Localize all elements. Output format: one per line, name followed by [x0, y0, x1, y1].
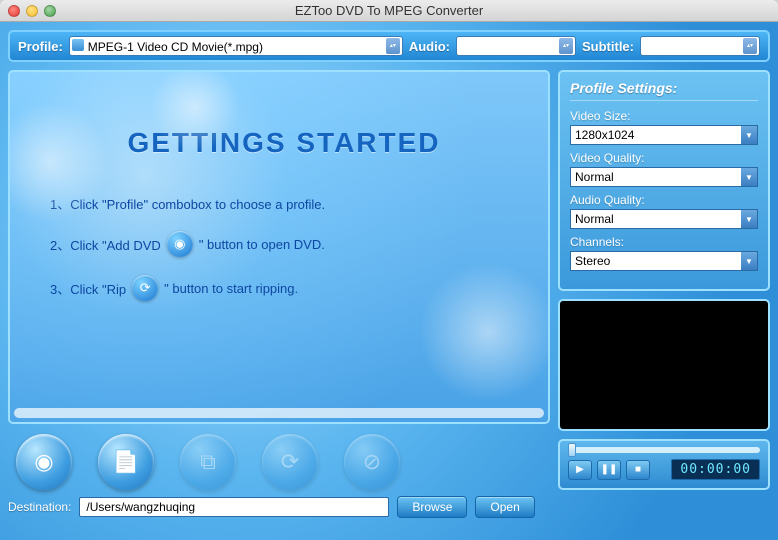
titlebar: EZToo DVD To MPEG Converter [0, 0, 778, 22]
disc-plus-icon: ◉ [34, 449, 53, 475]
cancel-icon: ⊘ [363, 449, 381, 475]
chevron-down-icon: ▼ [741, 210, 757, 228]
audio-combobox[interactable]: ▴▾ [456, 36, 576, 56]
rip-icon: ⟳ [132, 275, 158, 301]
chevron-updown-icon: ▴▾ [743, 38, 757, 54]
audio-quality-select[interactable]: Normal ▼ [570, 209, 758, 229]
profile-combobox[interactable]: MPEG-1 Video CD Movie(*.mpg) ▴▾ [69, 36, 403, 56]
video-preview [558, 299, 770, 431]
destination-input[interactable] [79, 497, 389, 517]
step-1: 1、Click "Profile" combobox to choose a p… [50, 194, 518, 213]
video-size-select[interactable]: 1280x1024 ▼ [570, 125, 758, 145]
disc-plus-icon: ◉ [167, 231, 193, 257]
browse-button[interactable]: Browse [397, 496, 467, 518]
bottom-bar: Destination: Browse Open [8, 496, 770, 518]
top-toolbar: Profile: MPEG-1 Video CD Movie(*.mpg) ▴▾… [8, 30, 770, 62]
minimize-icon[interactable] [26, 5, 38, 17]
window-title: EZToo DVD To MPEG Converter [0, 3, 778, 18]
settings-heading: Profile Settings: [570, 80, 758, 101]
right-column: Profile Settings: Video Size: 1280x1024 … [558, 70, 770, 490]
play-icon: ▶ [576, 464, 584, 475]
pause-icon: ❚❚ [601, 464, 618, 475]
copy-icon: ⧉ [200, 449, 216, 475]
audio-quality-label: Audio Quality: [570, 193, 758, 207]
profile-value: MPEG-1 Video CD Movie(*.mpg) [88, 40, 263, 54]
getting-started-panel: GETTINGS STARTED 1、Click "Profile" combo… [8, 70, 550, 424]
action-buttons: ◉ 📄 ⧉ ⟳ ⊘ [8, 424, 550, 490]
chevron-updown-icon: ▴▾ [386, 38, 400, 54]
add-dvd-button[interactable]: ◉ [16, 434, 72, 490]
copy-button[interactable]: ⧉ [180, 434, 236, 490]
timecode: 00:00:00 [671, 459, 760, 480]
close-icon[interactable] [8, 5, 20, 17]
subtitle-combobox[interactable]: ▴▾ [640, 36, 760, 56]
getting-started-heading: GETTINGS STARTED [50, 127, 518, 159]
stop-button[interactable]: ⊘ [344, 434, 400, 490]
refresh-icon: ⟳ [281, 449, 299, 475]
add-file-button[interactable]: 📄 [98, 434, 154, 490]
pause-button[interactable]: ❚❚ [597, 460, 621, 480]
step-2: 2、Click "Add DVD ◉ " button to open DVD. [50, 231, 518, 257]
seek-slider[interactable] [568, 447, 760, 453]
stop-playback-button[interactable]: ■ [626, 460, 650, 480]
video-size-label: Video Size: [570, 109, 758, 123]
player-controls: ▶ ❚❚ ■ 00:00:00 [558, 439, 770, 490]
profile-settings-panel: Profile Settings: Video Size: 1280x1024 … [558, 70, 770, 291]
video-quality-select[interactable]: Normal ▼ [570, 167, 758, 187]
chevron-down-icon: ▼ [741, 168, 757, 186]
audio-label: Audio: [409, 39, 450, 54]
chevron-updown-icon: ▴▾ [559, 38, 573, 54]
horizontal-scrollbar[interactable] [14, 408, 544, 418]
video-quality-label: Video Quality: [570, 151, 758, 165]
file-plus-icon: 📄 [112, 449, 139, 475]
app-window: EZToo DVD To MPEG Converter Profile: MPE… [0, 0, 778, 540]
subtitle-label: Subtitle: [582, 39, 634, 54]
rip-button[interactable]: ⟳ [262, 434, 318, 490]
traffic-lights [8, 5, 56, 17]
left-column: GETTINGS STARTED 1、Click "Profile" combo… [8, 70, 550, 490]
chevron-down-icon: ▼ [741, 126, 757, 144]
channels-label: Channels: [570, 235, 758, 249]
main-area: GETTINGS STARTED 1、Click "Profile" combo… [8, 70, 770, 490]
destination-label: Destination: [8, 500, 71, 514]
content-area: Profile: MPEG-1 Video CD Movie(*.mpg) ▴▾… [0, 22, 778, 540]
stop-icon: ■ [635, 464, 641, 475]
slider-thumb[interactable] [568, 443, 576, 457]
chevron-down-icon: ▼ [741, 252, 757, 270]
profile-label: Profile: [18, 39, 63, 54]
zoom-icon[interactable] [44, 5, 56, 17]
play-button[interactable]: ▶ [568, 460, 592, 480]
open-button[interactable]: Open [475, 496, 534, 518]
channels-select[interactable]: Stereo ▼ [570, 251, 758, 271]
